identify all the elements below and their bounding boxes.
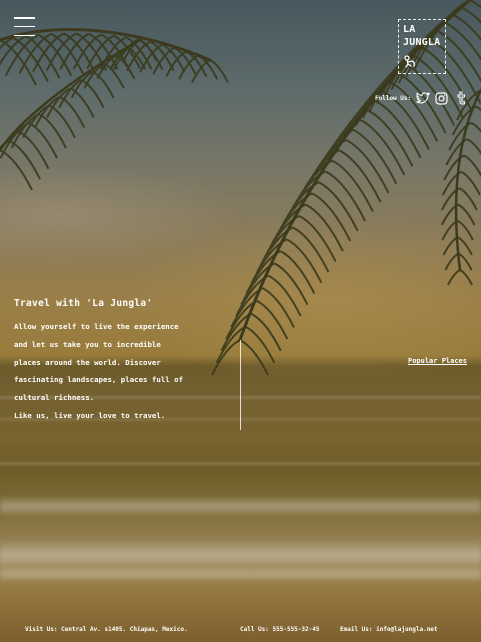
hamburger-menu-button[interactable] (14, 17, 35, 36)
menu-bar-top (14, 17, 35, 19)
logo-text-line2: JUNGLA (403, 37, 441, 48)
intro-line: cultural richness. (14, 393, 95, 403)
intro-line: places around the world. Discover (14, 357, 161, 367)
intro-line: fascinating landscapes, places full of (14, 375, 184, 385)
tumblr-icon[interactable] (453, 91, 468, 106)
logo-text-line1: LA (403, 24, 416, 35)
intro-line: Allow yourself to live the experience (14, 322, 179, 331)
popular-places-link[interactable]: Popular Places (408, 357, 467, 365)
intro-line: and let us take you to incredible (14, 339, 161, 349)
social-links: Follow Us: (375, 90, 468, 106)
twitter-icon[interactable] (415, 91, 430, 106)
footer-email[interactable]: Email Us: info@lajungla.net (340, 626, 438, 633)
intro-paragraph: Allow yourself to live the experience an… (14, 318, 224, 425)
intro-line: Like us, live your love to travel. (14, 410, 166, 420)
follow-us-label: Follow Us: (375, 94, 412, 102)
brand-logo[interactable]: LA JUNGLA (398, 19, 446, 74)
instagram-icon[interactable] (434, 91, 449, 106)
footer: Visit Us: Central Av. s1405. Chiapas, Me… (0, 626, 481, 638)
divider-line (240, 340, 241, 430)
intro-section: Travel with 'La Jungla' Allow yourself t… (14, 298, 224, 425)
menu-bar-bottom (14, 34, 35, 36)
monkey-icon (404, 55, 415, 68)
menu-bar-middle (14, 25, 35, 28)
footer-phone: Call Us: 555-555-32-45 (240, 626, 320, 633)
footer-address: Visit Us: Central Av. s1405. Chiapas, Me… (25, 626, 188, 633)
intro-title: Travel with 'La Jungla' (14, 298, 153, 309)
